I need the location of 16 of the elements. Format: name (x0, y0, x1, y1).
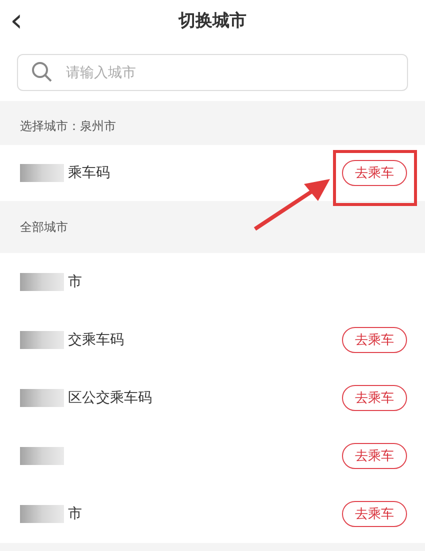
search-field[interactable]: 请输入城市 (17, 54, 408, 91)
search-icon (31, 61, 53, 83)
back-button[interactable]: ‹ (10, 4, 23, 40)
ride-button[interactable]: 去乘车 (342, 160, 407, 186)
city-name: 市 (68, 272, 82, 292)
city-name: 乘车码 (68, 164, 110, 182)
ride-button[interactable]: 去乘车 (342, 443, 407, 470)
city-name: 交乘车码 (68, 330, 124, 350)
ride-button[interactable]: 去乘车 (342, 501, 407, 528)
ride-button[interactable]: 去乘车 (342, 327, 407, 354)
section-label: 选择城市：泉州市 (20, 118, 116, 135)
city-name: 市 (68, 504, 82, 524)
section-label: 全部城市 (20, 219, 68, 236)
ride-button[interactable]: 去乘车 (342, 385, 407, 412)
page-title: 切换城市 (178, 10, 246, 34)
city-name: 区公交乘车码 (68, 388, 152, 408)
